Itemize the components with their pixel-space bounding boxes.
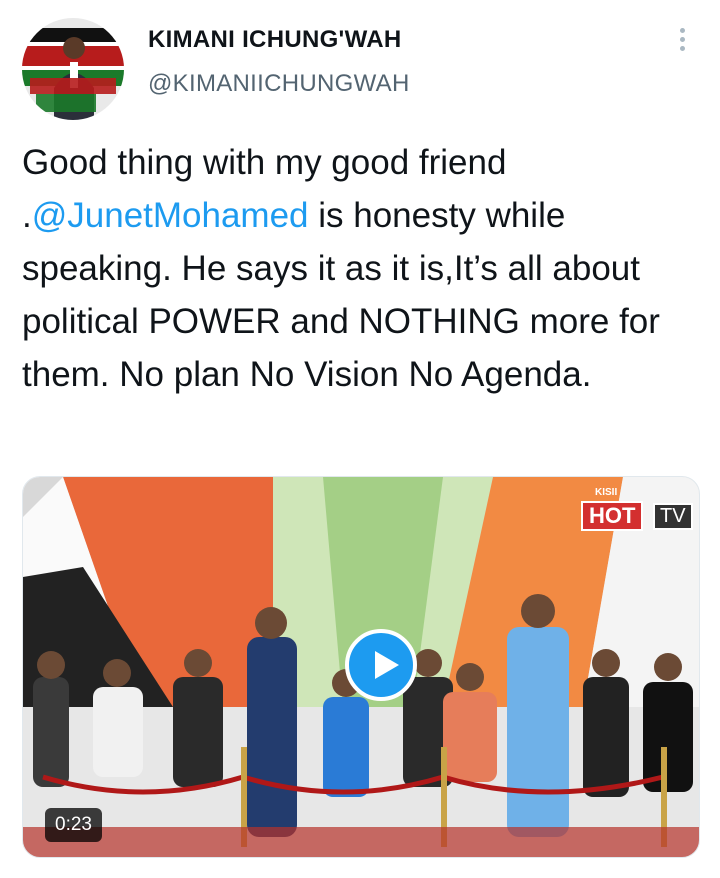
logo-tv-text: TV [653, 503, 693, 530]
user-handle[interactable]: @KIMANIICHUNGWAH [148, 70, 410, 98]
avatar[interactable] [22, 18, 124, 120]
more-options-icon[interactable] [672, 28, 692, 58]
video-duration: 0:23 [45, 808, 102, 842]
logo-hot-text: HOT [581, 501, 644, 531]
play-icon[interactable] [345, 629, 417, 701]
mention-link[interactable]: @JunetMohamed [32, 196, 309, 235]
display-name[interactable]: KIMANI ICHUNG'WAH [148, 26, 401, 54]
logo-kisii-text: KISII [595, 487, 618, 498]
channel-logo: KISII HOT TV [571, 485, 695, 539]
avatar-image [22, 18, 124, 120]
tweet-text: Good thing with my good friend .@JunetMo… [22, 136, 702, 401]
video-player[interactable]: KISII HOT TV 0:23 [22, 476, 700, 858]
